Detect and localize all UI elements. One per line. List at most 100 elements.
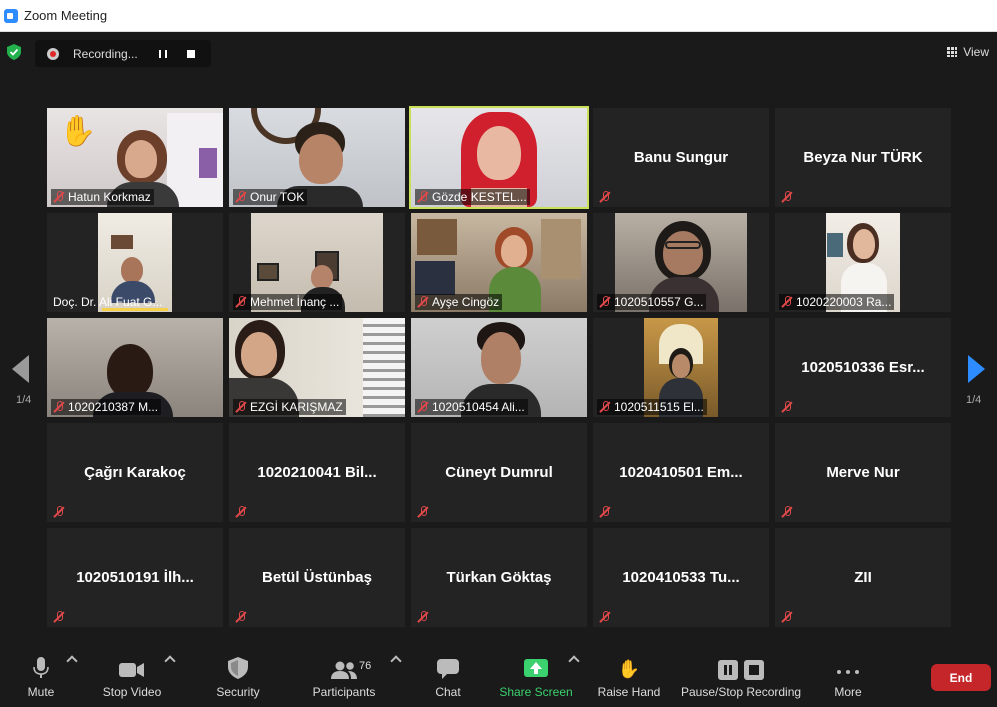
participant-name-label: 1020220003 Ra... (779, 294, 895, 310)
encryption-shield-icon[interactable] (7, 44, 21, 60)
muted-mic-icon (53, 611, 65, 623)
participant-name-label: Ayşe Cingöz (415, 294, 503, 310)
muted-mic-icon (235, 296, 247, 308)
participant-name-center: 1020510191 İlh... (76, 569, 194, 586)
next-page-arrow-icon[interactable] (968, 355, 985, 383)
participant-name-label: 1020510454 Ali... (415, 399, 528, 415)
page-indicator-left: 1/4 (16, 394, 32, 406)
participant-tile[interactable]: 1020510454 Ali... (411, 318, 587, 417)
participant-name-label: 1020511515 El... (597, 399, 707, 415)
muted-mic-icon (53, 191, 65, 203)
recording-label: Recording... (73, 46, 138, 61)
muted-mic-icon (417, 191, 429, 203)
participants-options-caret-icon[interactable] (390, 655, 402, 667)
participant-tile[interactable]: 1020510336 Esr... (775, 318, 951, 417)
participant-tile[interactable]: ZII (775, 528, 951, 627)
participant-name-label (233, 504, 250, 520)
participant-name-label (51, 504, 68, 520)
stop-video-button[interactable]: Stop Video (100, 645, 164, 707)
participant-tile[interactable]: EZGİ KARIŞMAZ (229, 318, 405, 417)
participant-name-label: Mehmet İnanç ... (233, 294, 343, 310)
view-button[interactable]: View (947, 40, 989, 64)
participant-name-center: Cüneyt Dumrul (445, 464, 553, 481)
muted-mic-icon (781, 506, 793, 518)
participant-name-label (597, 189, 614, 205)
muted-mic-icon (781, 611, 793, 623)
muted-mic-icon (235, 506, 247, 518)
mute-button[interactable]: Mute (24, 645, 58, 707)
previous-page-arrow-icon[interactable] (12, 355, 29, 383)
muted-mic-icon (599, 611, 611, 623)
participant-name-label: Doç. Dr. Ali Fuat G... (53, 295, 163, 309)
participant-name-center: Türkan Göktaş (446, 569, 552, 586)
title-bar: Zoom Meeting (0, 0, 997, 32)
participant-tile[interactable]: 1020510557 G... (593, 213, 769, 312)
participant-name-label (779, 189, 796, 205)
participant-name-center: 1020510336 Esr... (801, 359, 925, 376)
meeting-top-bar: Recording... View (0, 32, 997, 72)
participant-name-label (779, 399, 796, 415)
participant-name-label (51, 609, 68, 625)
participant-name-center: ZII (854, 569, 872, 586)
muted-mic-icon (235, 611, 247, 623)
participant-tile[interactable]: Beyza Nur TÜRK (775, 108, 951, 207)
participant-tile[interactable]: Doç. Dr. Ali Fuat G... (47, 213, 223, 312)
raise-hand-button[interactable]: ✋ Raise Hand (598, 645, 661, 707)
participant-tile[interactable]: 1020210041 Bil... (229, 423, 405, 522)
page-indicator-right: 1/4 (966, 394, 982, 406)
participant-tile[interactable]: Banu Sungur (593, 108, 769, 207)
participant-tile[interactable]: Merve Nur (775, 423, 951, 522)
share-screen-button[interactable]: Share Screen (499, 645, 573, 707)
stop-recording-icon[interactable] (187, 49, 195, 58)
participant-tile[interactable]: Çağrı Karakoç (47, 423, 223, 522)
recording-indicator: Recording... (35, 40, 211, 67)
pause-stop-recording-button[interactable]: Pause/Stop Recording (681, 645, 801, 707)
participant-name-center: Beyza Nur TÜRK (803, 149, 923, 166)
security-button[interactable]: Security (212, 645, 264, 707)
muted-mic-icon (781, 401, 793, 413)
raise-hand-icon: ✋ (617, 659, 641, 679)
pause-recording-icon[interactable] (159, 49, 167, 58)
mute-options-caret-icon[interactable] (66, 655, 78, 667)
more-dots-icon (837, 665, 859, 679)
participant-name-center: Betül Üstünbaş (261, 569, 372, 586)
participant-name-center: Merve Nur (826, 464, 900, 481)
video-camera-icon (119, 663, 144, 677)
participant-name-center: 1020410533 Tu... (622, 569, 740, 586)
participant-name-center: 1020210041 Bil... (257, 464, 377, 481)
participant-tile[interactable]: Onur TOK (229, 108, 405, 207)
end-meeting-button[interactable]: End (931, 664, 991, 691)
participant-tile[interactable]: 1020210387 M... (47, 318, 223, 417)
muted-mic-icon (53, 506, 65, 518)
participant-tile-active-speaker[interactable]: Gözde KESTEL... (409, 106, 589, 209)
participant-tile[interactable]: 1020511515 El... (593, 318, 769, 417)
participant-tile[interactable]: 1020410533 Tu... (593, 528, 769, 627)
raised-hand-icon: ✋ (59, 115, 97, 148)
participant-name-label (597, 609, 614, 625)
participant-tile[interactable]: Mehmet İnanç ... (229, 213, 405, 312)
participant-name-label: EZGİ KARIŞMAZ (233, 399, 346, 415)
muted-mic-icon (53, 401, 65, 413)
zoom-app-icon (4, 8, 18, 23)
security-shield-icon (228, 657, 248, 679)
participant-tile[interactable]: Türkan Göktaş (411, 528, 587, 627)
participant-tile[interactable]: ✋ Hatun Korkmaz (47, 108, 223, 207)
participant-tile[interactable]: Ayşe Cingöz (411, 213, 587, 312)
participant-name-label: 1020510557 G... (597, 294, 707, 310)
chat-bubble-icon (437, 659, 459, 679)
chat-button[interactable]: Chat (434, 645, 462, 707)
grid-view-icon (947, 47, 958, 57)
participant-tile[interactable]: 1020410501 Em... (593, 423, 769, 522)
share-screen-icon (524, 659, 548, 677)
participants-button[interactable]: Participants (310, 645, 378, 707)
participant-tile[interactable]: Cüneyt Dumrul (411, 423, 587, 522)
video-options-caret-icon[interactable] (164, 655, 176, 667)
participant-tile[interactable]: Betül Üstünbaş (229, 528, 405, 627)
muted-mic-icon (235, 191, 247, 203)
more-button[interactable]: More (832, 645, 864, 707)
participant-name-center: Çağrı Karakoç (84, 464, 186, 481)
muted-mic-icon (417, 611, 429, 623)
participant-tile[interactable]: 1020220003 Ra... (775, 213, 951, 312)
gallery-view: ✋ Hatun Korkmaz Onur TOK Gözde KESTEL...… (0, 72, 997, 645)
participant-tile[interactable]: 1020510191 İlh... (47, 528, 223, 627)
